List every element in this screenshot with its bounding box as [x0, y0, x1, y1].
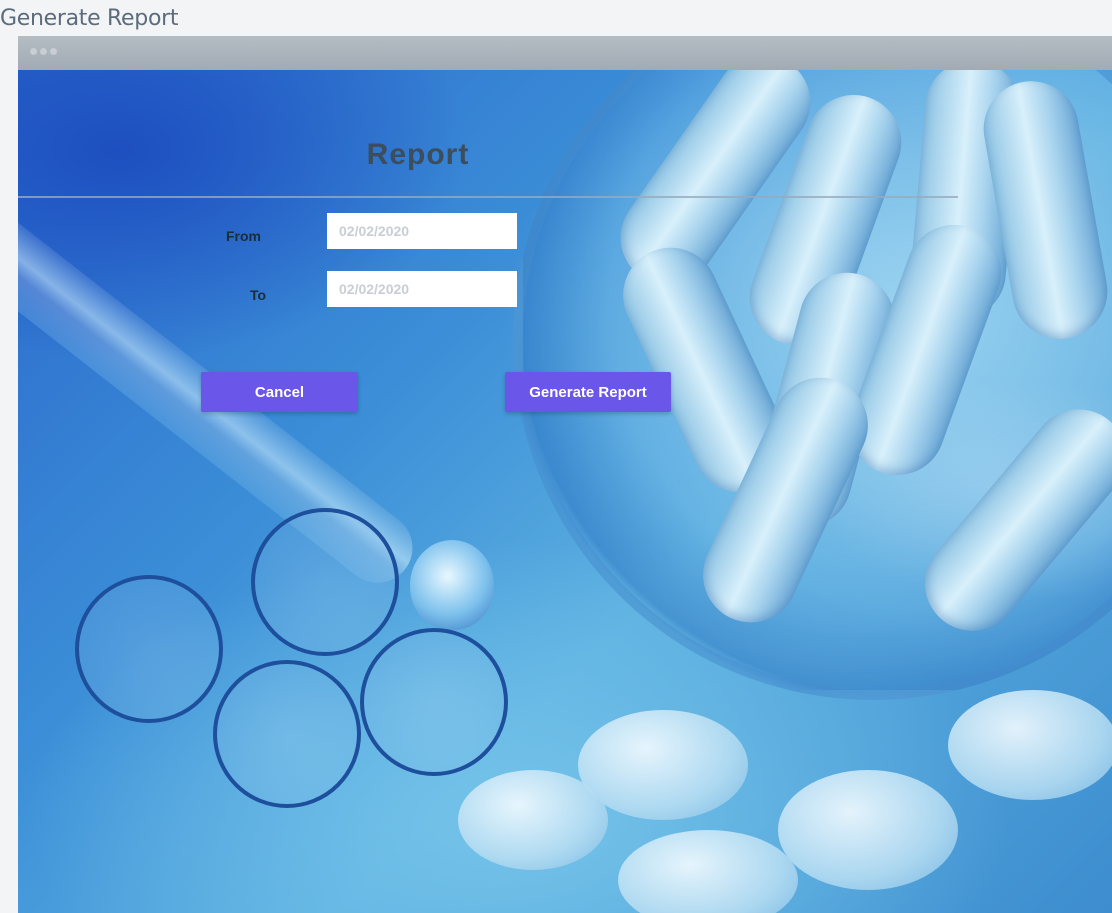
pill-image [618, 830, 798, 913]
pill-image [458, 770, 608, 870]
report-window: Report From 02/02/2020 To 02/02/2020 Can… [18, 70, 1112, 913]
pill-image [778, 770, 958, 890]
to-label: To [250, 287, 267, 303]
from-label: From [226, 228, 261, 244]
window-titlebar[interactable] [18, 36, 1112, 71]
generate-report-button[interactable]: Generate Report [505, 372, 671, 412]
zoom-dot-icon[interactable] [50, 48, 57, 55]
pill-image [948, 690, 1112, 800]
page-title: Generate Report [0, 6, 179, 31]
title-divider [18, 196, 958, 198]
window-controls [30, 48, 57, 55]
test-tube-ring-image [75, 575, 223, 723]
droplet-image [410, 540, 494, 630]
to-date-field[interactable]: 02/02/2020 [327, 271, 517, 307]
form-title: Report [366, 138, 470, 171]
test-tube-ring-image [360, 628, 508, 776]
test-tube-ring-image [213, 660, 361, 808]
cancel-button[interactable]: Cancel [201, 372, 358, 412]
test-tube-ring-image [251, 508, 399, 656]
minimize-dot-icon[interactable] [40, 48, 47, 55]
close-dot-icon[interactable] [30, 48, 37, 55]
from-date-field[interactable]: 02/02/2020 [327, 213, 517, 249]
